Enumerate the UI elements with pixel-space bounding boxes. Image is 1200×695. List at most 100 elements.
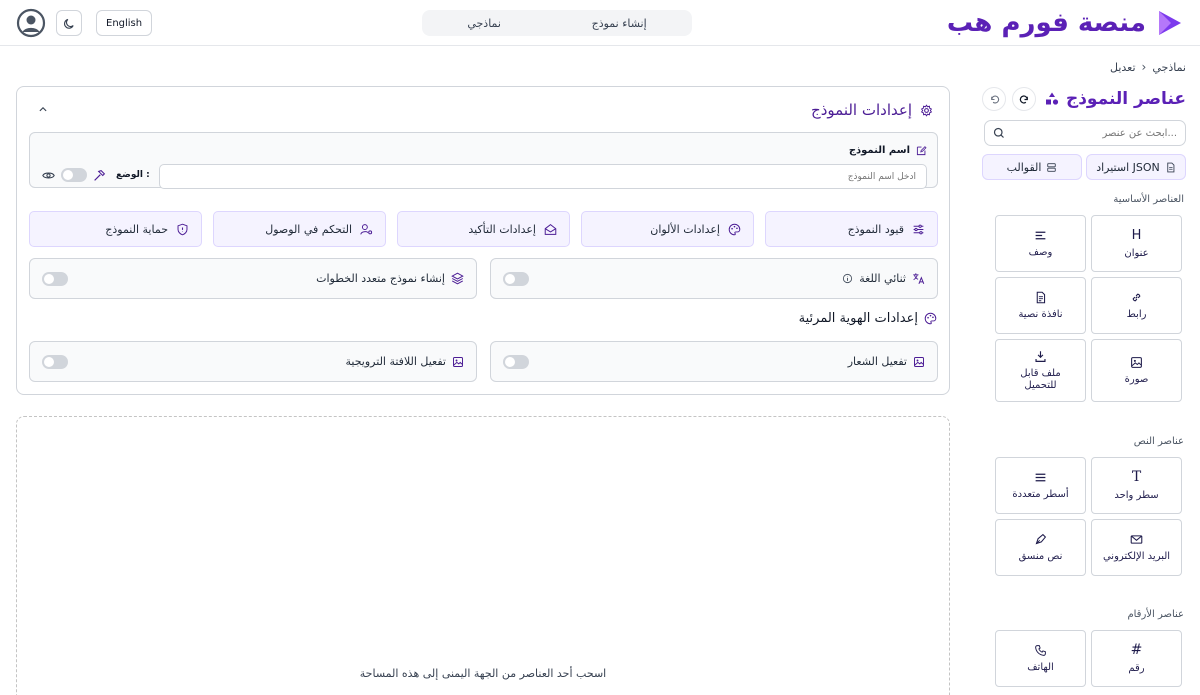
visual-identity-title: إعدادات الهوية المرئية xyxy=(799,311,937,326)
sidebar-title: عناصر النموذج xyxy=(1044,89,1186,109)
element-tile-heading[interactable]: H عنوان xyxy=(1091,215,1182,272)
form-name-input[interactable] xyxy=(159,164,927,189)
color-settings-button[interactable]: إعدادات الألوان xyxy=(581,211,754,247)
sidebar-title-text: عناصر النموذج xyxy=(1065,89,1186,109)
templates-label: القوالب xyxy=(1006,160,1042,174)
button-label: التحكم في الوصول xyxy=(265,222,352,236)
hammer-icon xyxy=(94,169,106,181)
logo-text: تفعيل الشعار xyxy=(847,355,907,368)
redo-button[interactable] xyxy=(1012,87,1036,111)
form-protection-button[interactable]: حماية النموذج xyxy=(29,211,202,247)
logo-label: تفعيل الشعار xyxy=(848,355,925,368)
tile-label: البريد الإلكتروني xyxy=(1102,550,1171,562)
bilingual-text: ثنائي اللغة xyxy=(859,272,906,285)
basic-elements-grid: H عنوان وصف رابط نافذة نصية صورة ملف قاب… xyxy=(982,215,1186,402)
nav-create-form[interactable]: إنشاء نموذج xyxy=(584,13,655,34)
gear-icon xyxy=(920,103,933,117)
multistep-toggle[interactable] xyxy=(42,271,68,286)
settings-header: إعدادات النموذج xyxy=(811,101,933,119)
form-name-label-text: اسم النموذج xyxy=(848,145,910,156)
tile-label: نافذة نصية xyxy=(1018,308,1063,320)
eye-icon[interactable] xyxy=(42,169,55,182)
user-cog-icon xyxy=(360,223,373,235)
element-tile-number[interactable]: # رقم xyxy=(1091,630,1182,687)
chevron-up-icon xyxy=(39,106,47,112)
undo-button[interactable] xyxy=(982,87,1006,111)
button-label: إعدادات الألوان xyxy=(650,222,720,236)
tile-label: أسطر متعددة xyxy=(1012,488,1069,500)
banner-label: تفعيل اللافتة الترويجية xyxy=(345,355,464,368)
multistep-label: إنشاء نموذج متعدد الخطوات xyxy=(316,272,464,285)
logo-toggle[interactable] xyxy=(503,354,529,369)
templates-button[interactable]: القوالب xyxy=(982,154,1082,180)
download-icon xyxy=(1035,350,1046,362)
undo-icon xyxy=(990,95,999,103)
breadcrumb-current: تعديل xyxy=(1110,60,1136,74)
nav-my-forms[interactable]: نماذجي xyxy=(459,13,509,34)
settings-buttons: قيود النموذج إعدادات الألوان إعدادات الت… xyxy=(29,211,938,247)
phone-icon xyxy=(1035,644,1046,656)
redo-icon xyxy=(1019,95,1028,103)
import-json-label: JSON استيراد xyxy=(1096,160,1160,174)
hash-icon: # xyxy=(1130,642,1143,658)
image-icon xyxy=(1131,356,1142,368)
button-label: حماية النموذج xyxy=(105,222,168,236)
banner-toggle[interactable] xyxy=(42,354,68,369)
element-tile-single-line[interactable]: T سطر واحد xyxy=(1091,457,1182,514)
banner-card: تفعيل اللافتة الترويجية xyxy=(29,341,477,382)
element-search[interactable] xyxy=(984,120,1186,146)
palette-icon xyxy=(924,312,937,325)
theme-toggle-button[interactable] xyxy=(56,10,82,36)
pen-nib-icon xyxy=(1035,533,1047,544)
file-text-icon xyxy=(1036,291,1046,303)
section-label-text: عناصر النص xyxy=(1133,436,1184,447)
form-name-box: اسم النموذج الوضع : xyxy=(29,132,938,189)
tile-label: ملف قابل للتحميل xyxy=(1020,367,1061,391)
palette-icon xyxy=(728,223,741,235)
element-tile-link[interactable]: رابط xyxy=(1091,277,1182,334)
tile-label: صورة xyxy=(1124,373,1149,385)
element-tile-phone[interactable]: الهاتف xyxy=(995,630,1086,687)
element-tile-description[interactable]: وصف xyxy=(995,215,1086,272)
element-tile-rich-text[interactable]: نص منسق xyxy=(995,519,1086,576)
form-constraints-button[interactable]: قيود النموذج xyxy=(765,211,938,247)
search-input[interactable] xyxy=(1011,127,1177,139)
confirmation-settings-button[interactable]: إعدادات التأكيد xyxy=(397,211,570,247)
tile-label: رقم xyxy=(1128,663,1145,674)
brand-logo-icon xyxy=(1159,11,1181,35)
import-json-button[interactable]: JSON استيراد xyxy=(1086,154,1186,180)
align-left-icon xyxy=(1035,231,1046,239)
tile-label: سطر واحد xyxy=(1114,490,1159,501)
language-button[interactable]: English xyxy=(96,10,153,36)
shield-icon xyxy=(177,223,188,235)
breadcrumb-parent[interactable]: نماذجي xyxy=(1152,61,1186,74)
element-tile-image[interactable]: صورة xyxy=(1091,339,1182,402)
search-icon xyxy=(993,127,1004,138)
element-tile-email[interactable]: البريد الإلكتروني xyxy=(1091,519,1182,576)
element-tile-text-window[interactable]: نافذة نصية xyxy=(995,277,1086,334)
logo-card: تفعيل الشعار xyxy=(490,341,938,382)
form-drop-zone[interactable]: اسحب أحد العناصر من الجهة اليمنى إلى هذه… xyxy=(16,416,950,695)
bilingual-card: ثنائي اللغة xyxy=(490,258,938,299)
header-actions: English xyxy=(16,8,153,38)
sliders-icon xyxy=(913,224,924,234)
collapse-button[interactable] xyxy=(35,101,51,117)
elements-sidebar: عناصر النموذج ...ابحث عن عنصر JSON استير… xyxy=(982,84,1186,687)
mail-open-icon xyxy=(544,223,557,235)
info-icon[interactable] xyxy=(842,273,853,284)
element-tile-multi-line[interactable]: أسطر متعددة xyxy=(995,457,1086,514)
bilingual-toggle[interactable] xyxy=(503,271,529,286)
heading-icon: H xyxy=(1131,227,1142,243)
layers-icon xyxy=(451,272,464,285)
mode-toggle[interactable] xyxy=(61,168,87,182)
button-label: قيود النموذج xyxy=(847,222,904,236)
user-avatar-icon[interactable] xyxy=(16,8,46,38)
settings-title: إعدادات النموذج xyxy=(811,101,912,119)
element-tile-downloadable-file[interactable]: ملف قابل للتحميل xyxy=(995,339,1086,402)
tile-label: وصف xyxy=(1028,246,1053,258)
multistep-text: إنشاء نموذج متعدد الخطوات xyxy=(316,272,445,285)
access-control-button[interactable]: التحكم في الوصول xyxy=(213,211,386,247)
toggle-row-1: ثنائي اللغة إنشاء نموذج متعدد الخطوات xyxy=(29,258,938,299)
file-icon xyxy=(1167,162,1175,172)
brand[interactable]: منصة فورم هب xyxy=(947,5,1184,41)
